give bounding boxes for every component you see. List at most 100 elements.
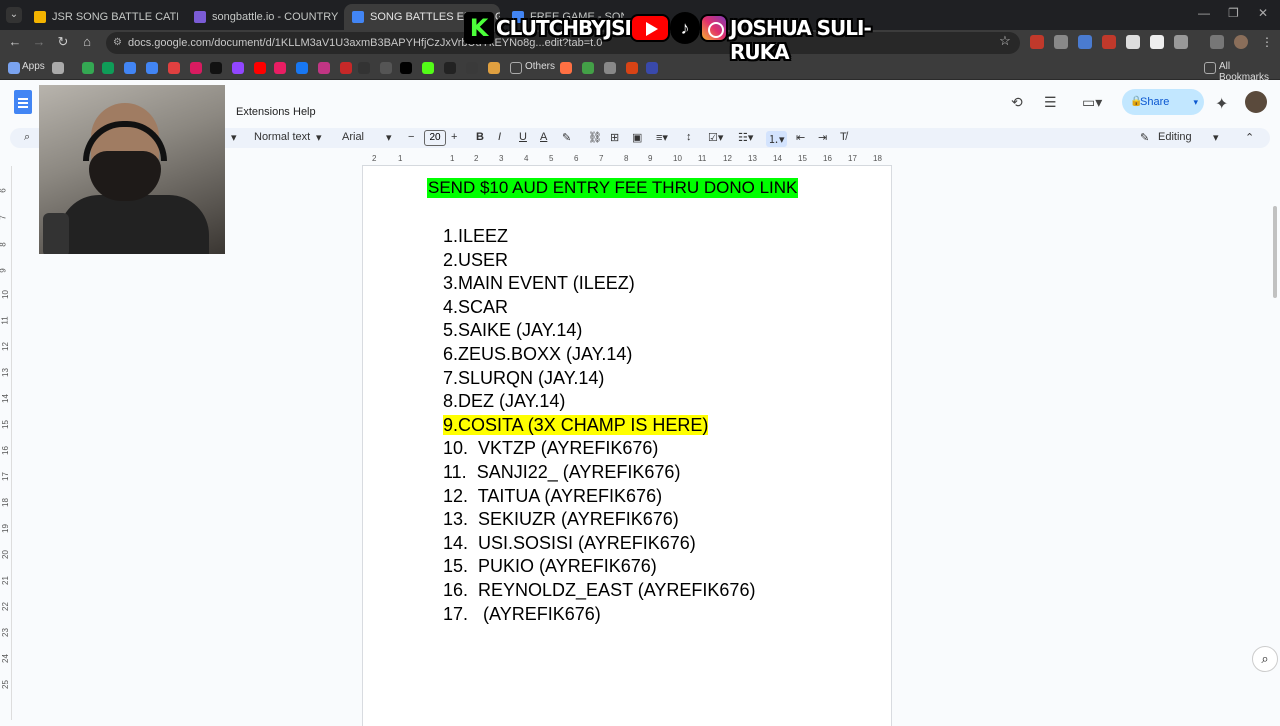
participant-entry-text: 14. USI.SOSISI (AYREFIK676) bbox=[443, 532, 696, 553]
bookmark-youtube-icon[interactable] bbox=[254, 62, 266, 74]
menu-extensions[interactable]: Extensions bbox=[236, 106, 290, 118]
close-tab-icon[interactable]: ✕ bbox=[338, 11, 340, 24]
minimize-icon[interactable]: — bbox=[1198, 6, 1210, 20]
paragraph-style-select[interactable]: Normal text bbox=[254, 131, 310, 143]
bookmark-tiktok-icon[interactable] bbox=[210, 62, 222, 74]
bookmark-icon[interactable] bbox=[274, 62, 286, 74]
back-icon[interactable]: ← bbox=[6, 34, 24, 49]
decrease-font-size-icon[interactable]: − bbox=[408, 131, 414, 143]
share-button[interactable]: 🔒 Share ▾ bbox=[1122, 89, 1204, 115]
bookmark-icon[interactable] bbox=[560, 62, 572, 74]
chevron-down-icon[interactable]: ▾ bbox=[1193, 89, 1198, 115]
text-color-icon[interactable]: A bbox=[540, 131, 547, 143]
font-size-input[interactable]: 20 bbox=[424, 130, 446, 146]
insert-link-icon[interactable]: ⛓ bbox=[588, 131, 602, 144]
horizontal-ruler[interactable]: 2 1 1 2 3 4 5 6 7 8 9 10 11 12 13 14 15 … bbox=[362, 152, 892, 166]
font-family-select[interactable]: Arial bbox=[342, 131, 364, 143]
bookmark-apps[interactable]: Apps bbox=[22, 61, 45, 72]
participant-list-item: 7.SLURQN (JAY.14) bbox=[443, 367, 755, 391]
extension-icon[interactable] bbox=[1054, 35, 1068, 49]
tab-search-icon[interactable]: ⌄ bbox=[6, 7, 22, 23]
ruler-number: 18 bbox=[0, 498, 10, 507]
reading-list-icon[interactable] bbox=[1210, 35, 1224, 49]
bookmark-icon[interactable] bbox=[82, 62, 94, 74]
ruler-number: 14 bbox=[773, 154, 782, 163]
bookmark-facebook-icon[interactable] bbox=[296, 62, 308, 74]
clear-formatting-icon[interactable]: T̸ bbox=[840, 131, 847, 143]
bookmark-icon[interactable] bbox=[582, 62, 594, 74]
add-comment-icon[interactable]: ⊞ bbox=[610, 131, 619, 144]
underline-icon[interactable]: U bbox=[519, 131, 527, 143]
align-icon[interactable]: ≡▾ bbox=[656, 131, 668, 144]
increase-font-size-icon[interactable]: + bbox=[451, 131, 457, 143]
home-icon[interactable]: ⌂ bbox=[78, 34, 96, 49]
menu-help[interactable]: Help bbox=[293, 106, 316, 118]
hide-menus-icon[interactable]: ⌃ bbox=[1245, 131, 1254, 144]
line-spacing-icon[interactable]: ↕ bbox=[686, 131, 692, 143]
bookmark-icon[interactable] bbox=[340, 62, 352, 74]
tab-jsr-song-battle-category[interactable]: JSR SONG BATTLE CATEGORY ✕ bbox=[26, 4, 178, 30]
bookmark-icon[interactable] bbox=[488, 62, 500, 74]
increase-indent-icon[interactable]: ⇥ bbox=[818, 131, 827, 144]
bookmark-folder-others[interactable]: Others bbox=[525, 61, 555, 72]
bookmark-icon[interactable] bbox=[102, 62, 114, 74]
bookmark-icon[interactable] bbox=[52, 62, 64, 74]
bookmark-twitch-icon[interactable] bbox=[232, 62, 244, 74]
maximize-icon[interactable]: ❐ bbox=[1228, 6, 1239, 20]
extensions-puzzle-icon[interactable] bbox=[1174, 35, 1188, 49]
bookmark-icon[interactable] bbox=[146, 62, 158, 74]
bookmark-icon[interactable] bbox=[380, 62, 392, 74]
italic-icon[interactable]: I bbox=[498, 131, 501, 143]
participant-list: 1.ILEEZ 2.USER 3.MAIN EVENT (ILEEZ) 4.SCAR 5… bbox=[443, 225, 755, 626]
document-page[interactable]: SEND $10 AUD ENTRY FEE THRU DONO LINK 1.… bbox=[362, 166, 892, 726]
close-window-icon[interactable]: ✕ bbox=[1258, 6, 1268, 20]
bookmark-icon[interactable] bbox=[168, 62, 180, 74]
extension-abp-icon[interactable] bbox=[1030, 35, 1044, 49]
meet-icon[interactable]: ▭▾ bbox=[1082, 94, 1102, 111]
bookmark-icon[interactable] bbox=[466, 62, 478, 74]
extension-icon[interactable] bbox=[1150, 35, 1164, 49]
bookmark-icon[interactable] bbox=[626, 62, 638, 74]
tab-songbattle-country[interactable]: songbattle.io - COUNTRY ✕ bbox=[186, 4, 340, 30]
bookmark-icon[interactable] bbox=[190, 62, 202, 74]
version-history-icon[interactable]: ⟲ bbox=[1011, 94, 1023, 111]
bookmark-icon[interactable] bbox=[646, 62, 658, 74]
checklist-icon[interactable]: ☑▾ bbox=[708, 131, 723, 144]
scrollbar-thumb[interactable] bbox=[1273, 206, 1277, 298]
browser-menu-icon[interactable]: ⋮ bbox=[1260, 35, 1274, 49]
profile-avatar-icon[interactable] bbox=[1234, 35, 1248, 49]
ruler-number: 17 bbox=[848, 154, 857, 163]
extension-icon[interactable] bbox=[1126, 35, 1140, 49]
bookmark-icon[interactable] bbox=[604, 62, 616, 74]
forward-icon[interactable]: → bbox=[30, 34, 48, 49]
extension-icon[interactable] bbox=[1078, 35, 1092, 49]
bookmark-x-icon[interactable] bbox=[400, 62, 412, 74]
gemini-icon[interactable]: ✦ bbox=[1215, 94, 1228, 114]
insert-image-icon[interactable]: ▣ bbox=[632, 131, 642, 144]
numbered-list-icon[interactable]: ⒈▾ bbox=[766, 131, 787, 147]
highlight-color-icon[interactable]: ✎ bbox=[562, 131, 571, 144]
bookmark-instagram-icon[interactable] bbox=[318, 62, 330, 74]
chevron-down-icon[interactable]: ▾ bbox=[231, 131, 237, 144]
bold-icon[interactable]: B bbox=[476, 131, 484, 143]
bookmark-icon[interactable] bbox=[124, 62, 136, 74]
reload-icon[interactable]: ↻ bbox=[54, 34, 72, 50]
bulleted-list-icon[interactable]: ☷▾ bbox=[738, 131, 753, 144]
comments-icon[interactable]: ☰ bbox=[1044, 94, 1057, 111]
chevron-down-icon[interactable]: ▾ bbox=[386, 131, 392, 144]
decrease-indent-icon[interactable]: ⇤ bbox=[796, 131, 805, 144]
bookmark-icon[interactable] bbox=[444, 62, 456, 74]
chevron-down-icon[interactable]: ▾ bbox=[1213, 131, 1219, 144]
bookmark-kick-icon[interactable] bbox=[422, 62, 434, 74]
bookmark-star-icon[interactable]: ☆ bbox=[996, 33, 1014, 49]
chevron-down-icon[interactable]: ▾ bbox=[316, 131, 322, 144]
explore-zoom-icon[interactable]: ⌕ bbox=[1252, 646, 1278, 672]
editing-mode-select[interactable]: Editing bbox=[1158, 131, 1192, 143]
account-avatar[interactable] bbox=[1245, 91, 1267, 113]
extension-pdf-icon[interactable] bbox=[1102, 35, 1116, 49]
bookmark-icon[interactable] bbox=[358, 62, 370, 74]
vertical-ruler[interactable]: 6 7 8 9 10 11 12 13 14 15 16 17 18 19 20… bbox=[0, 166, 12, 720]
site-info-icon[interactable]: ⚙ bbox=[113, 32, 122, 54]
docs-logo-icon[interactable] bbox=[14, 90, 32, 114]
search-menus-icon[interactable]: ⌕ bbox=[24, 131, 30, 144]
